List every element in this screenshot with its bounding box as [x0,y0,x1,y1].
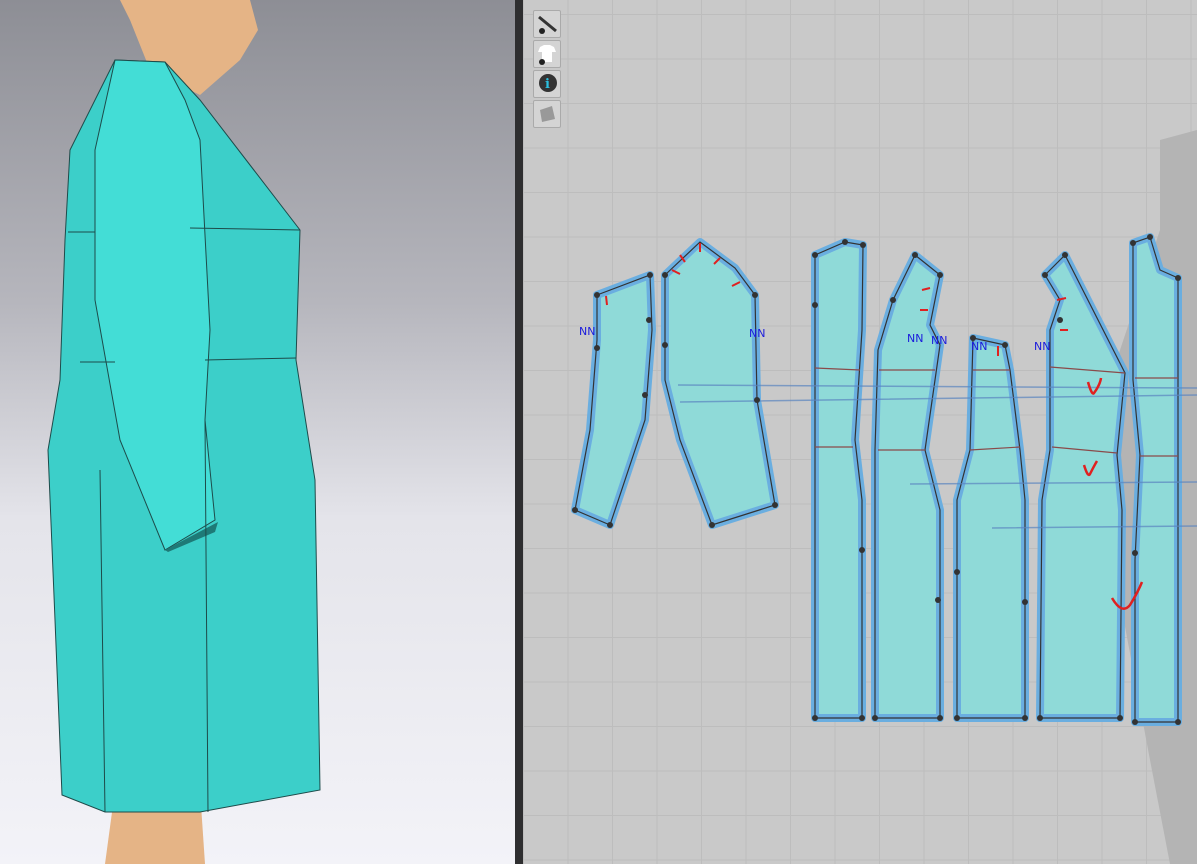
pattern-piece-back-side [1036,251,1129,722]
pattern-piece-back [1129,233,1182,726]
notch-label: NN [1034,340,1051,353]
notch-label: NN [749,327,766,340]
2d-pattern-viewport[interactable]: i NN NN NN NN NN NN [523,0,1197,864]
pattern-piece-cuff [571,271,656,529]
pattern-pieces [571,130,1197,864]
notch-label: NN [907,332,924,345]
notch-label: NN [971,340,988,353]
notch-label: NN [579,325,596,338]
pattern-piece-sleeve [661,238,779,529]
pattern-piece-front-panel [811,238,867,722]
notch-label: NN [931,334,948,347]
